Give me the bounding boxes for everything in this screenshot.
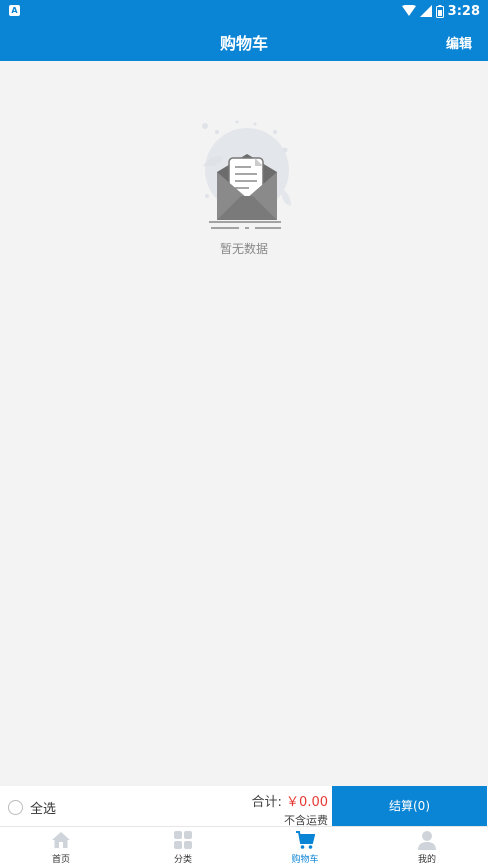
checkout-bar: 全选 合计: ￥0.00 不含运费 结算(0) — [0, 786, 488, 827]
checkout-button[interactable]: 结算(0) — [332, 786, 487, 826]
empty-envelope-icon — [202, 120, 291, 229]
cart-screen: A 3:28 购物车 编辑 暂无数据 全选 合计: ￥0.00 不含运费 结算(… — [0, 0, 488, 866]
tab-category[interactable]: 分类 — [122, 827, 244, 866]
status-bar: A 3:28 — [0, 0, 488, 22]
signal-icon — [419, 5, 432, 17]
empty-message: 暂无数据 — [219, 242, 268, 256]
select-all-toggle[interactable]: 全选 — [8, 798, 56, 817]
page-title: 购物车 — [219, 34, 268, 53]
tab-profile-label: 我的 — [417, 855, 436, 865]
total-amount: ￥0.00 — [286, 795, 328, 810]
total-label: 合计: — [251, 795, 282, 810]
app-indicator-text: A — [11, 6, 18, 15]
user-icon — [418, 831, 436, 850]
category-grid-icon — [174, 831, 192, 849]
tab-cart[interactable]: 购物车 — [244, 827, 366, 866]
bottom-tab-bar: 首页 分类 购物车 我的 — [0, 826, 488, 866]
empty-state: 暂无数据 — [0, 110, 488, 257]
home-icon — [52, 832, 70, 848]
tab-profile[interactable]: 我的 — [366, 827, 488, 866]
cart-icon — [296, 831, 315, 849]
tab-home-label: 首页 — [51, 855, 70, 865]
app-notification-icon: A — [9, 5, 20, 16]
tab-home[interactable]: 首页 — [0, 827, 122, 866]
tab-cart-label: 购物车 — [291, 855, 319, 865]
select-all-radio[interactable] — [8, 800, 23, 815]
select-all-label: 全选 — [30, 802, 57, 817]
app-header: 购物车 编辑 — [0, 22, 488, 61]
total-line: 合计: ￥0.00 — [252, 791, 328, 810]
edit-button[interactable]: 编辑 — [446, 33, 472, 52]
wifi-icon — [401, 5, 416, 16]
tab-category-label: 分类 — [173, 855, 192, 865]
clock: 3:28 — [447, 3, 480, 19]
battery-icon — [435, 4, 444, 18]
